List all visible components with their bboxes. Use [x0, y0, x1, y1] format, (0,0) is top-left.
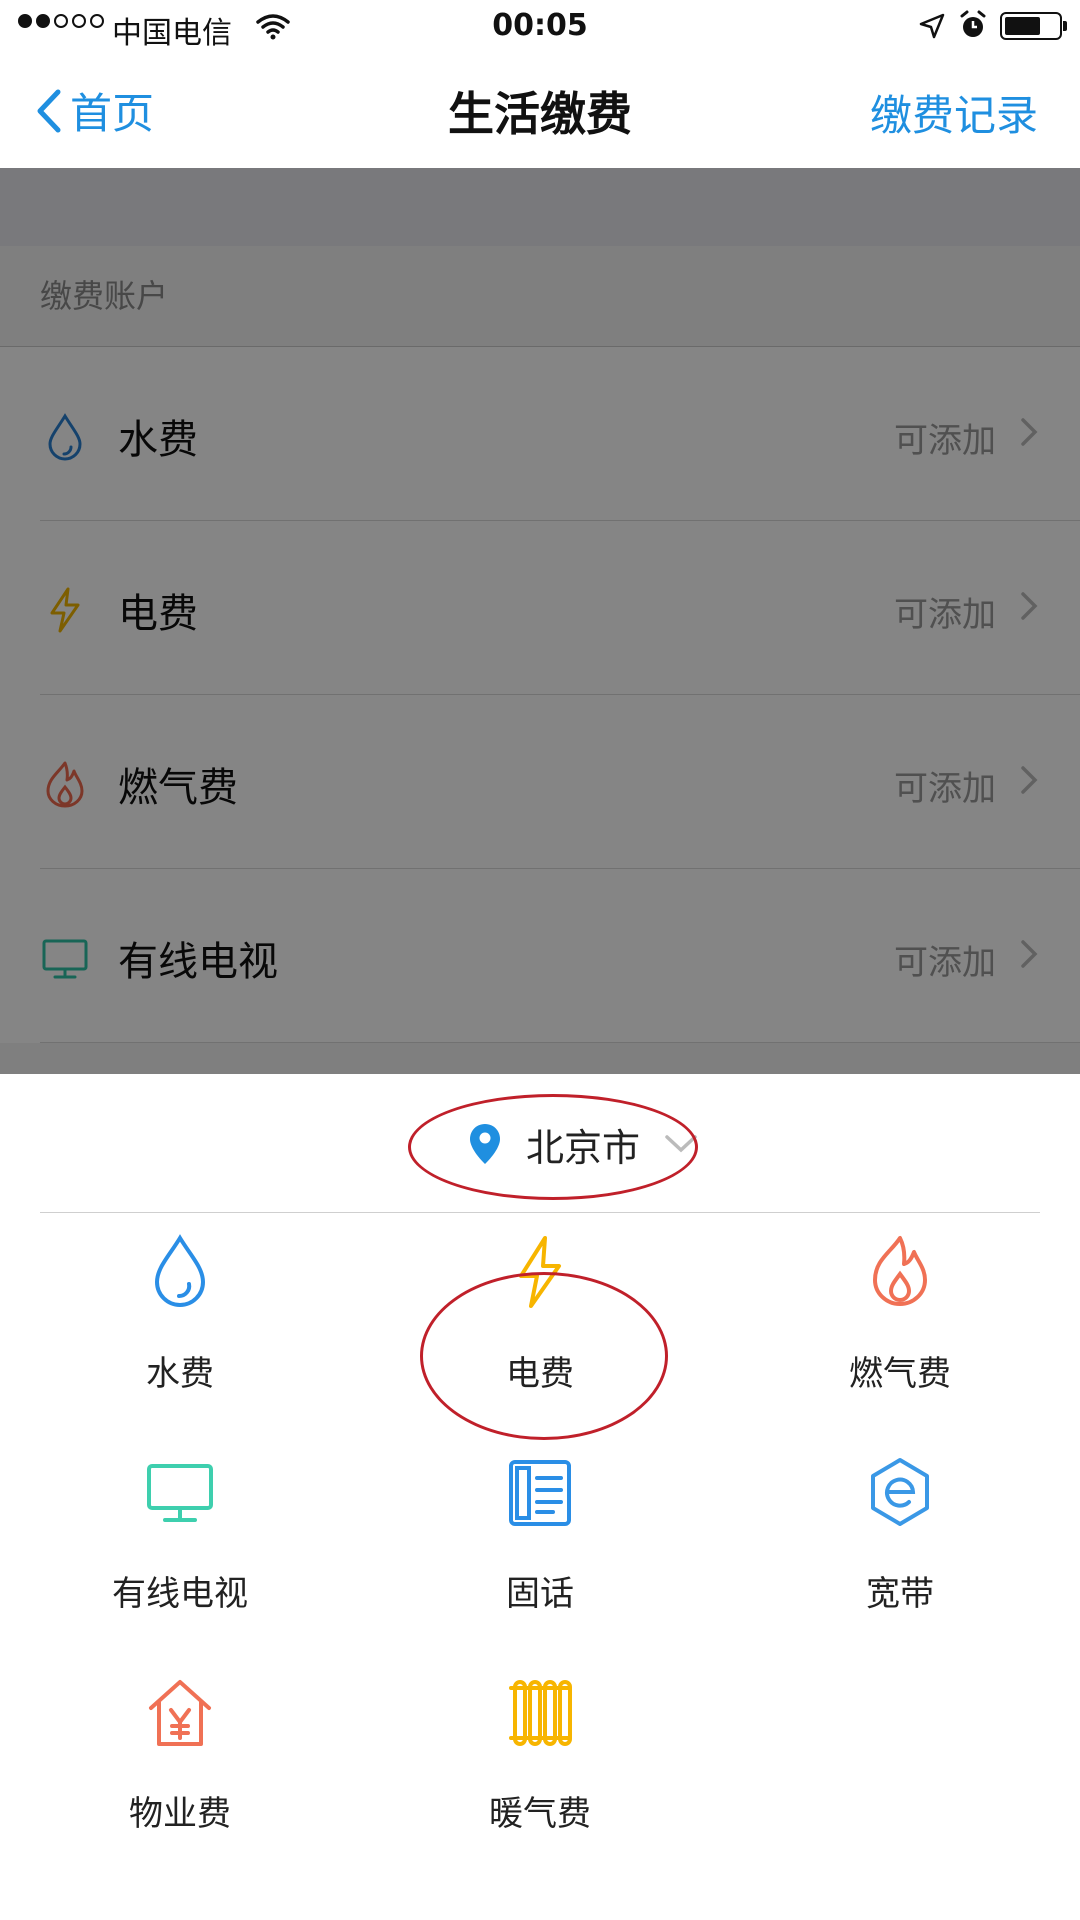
service-gas[interactable]: 燃气费: [720, 1234, 1080, 1454]
modal-backdrop[interactable]: [0, 168, 1080, 1074]
tv-icon: [147, 1464, 213, 1522]
phone-book-icon: [509, 1460, 571, 1526]
service-label: 物业费: [129, 1794, 231, 1834]
service-label: 水费: [146, 1354, 214, 1394]
service-label: 有线电视: [112, 1574, 248, 1614]
status-bar: 中国电信 00:05: [0, 0, 1080, 54]
navigation-bar: 首页 生活缴费 缴费记录: [0, 54, 1080, 169]
location-arrow-icon: [919, 13, 945, 39]
battery-icon: [1000, 12, 1067, 40]
water-drop-icon: [154, 1234, 206, 1307]
service-picker-sheet: 北京市 水费 电费 燃气费 有线电视 固话 宽带 物业费 暖气费: [0, 1074, 1080, 1920]
service-property[interactable]: 物业费: [0, 1674, 360, 1894]
service-broadband[interactable]: 宽带: [720, 1454, 1080, 1674]
flame-icon: [873, 1236, 927, 1306]
alarm-clock-icon: [960, 10, 986, 37]
service-label: 燃气费: [849, 1354, 951, 1394]
service-label: 宽带: [866, 1574, 934, 1614]
city-highlight-annotation: [408, 1094, 698, 1200]
radiator-icon: [509, 1680, 572, 1746]
service-heating[interactable]: 暖气费: [360, 1674, 720, 1894]
service-water[interactable]: 水费: [0, 1234, 360, 1454]
service-label: 暖气费: [489, 1794, 591, 1834]
payment-history-button[interactable]: 缴费记录: [870, 82, 1038, 143]
house-yen-icon: [149, 1680, 211, 1746]
service-landline[interactable]: 固话: [360, 1454, 720, 1674]
service-cable-tv[interactable]: 有线电视: [0, 1454, 360, 1674]
broadband-e-icon: [871, 1458, 929, 1526]
service-label: 固话: [506, 1574, 574, 1614]
electricity-highlight-annotation: [420, 1272, 668, 1440]
